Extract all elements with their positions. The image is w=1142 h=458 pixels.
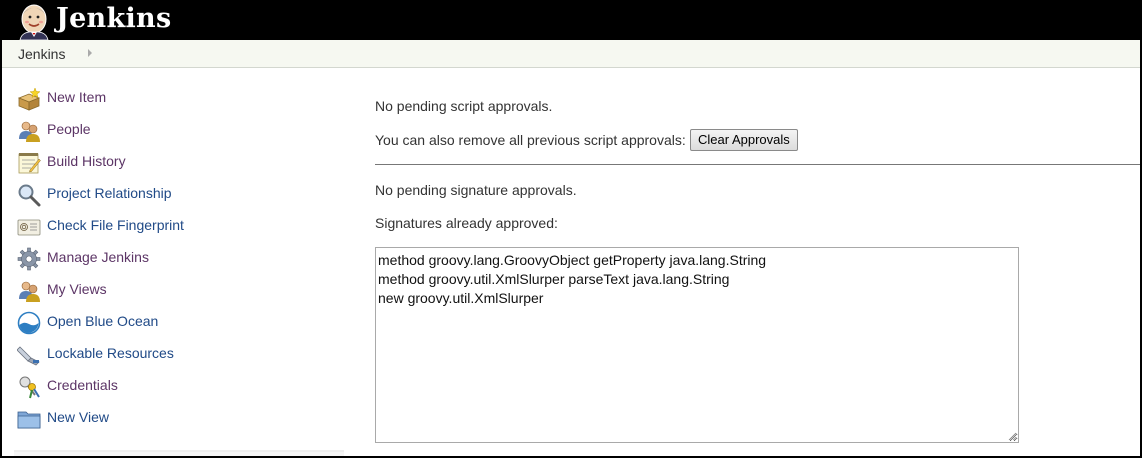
sidebar-item-label[interactable]: New View [47, 409, 109, 425]
search-icon [18, 184, 41, 207]
resize-grip-icon[interactable] [1008, 432, 1017, 441]
breadcrumb-item-jenkins[interactable]: Jenkins [18, 46, 65, 62]
folder-icon [17, 411, 41, 429]
sidebar-item-people[interactable]: People [14, 116, 344, 148]
sidebar-item-label[interactable]: Build History [47, 153, 126, 169]
approved-signature-line: new groovy.util.XmlSlurper [378, 290, 544, 306]
notepad-icon [18, 153, 41, 174]
page-header: Jenkins [0, 0, 1142, 40]
brand-title[interactable]: Jenkins [56, 3, 171, 34]
sidebar-item-label[interactable]: People [47, 121, 91, 137]
sidebar-item-new-item[interactable]: New Item [14, 84, 344, 116]
sidebar-item-build-history[interactable]: Build History [14, 148, 344, 180]
sidebar-item-credentials[interactable]: Credentials [14, 372, 344, 404]
sidebar-item-label[interactable]: Manage Jenkins [47, 249, 149, 265]
lockable-resources-icon [17, 346, 40, 366]
signatures-approved-label: Signatures already approved: [375, 215, 558, 231]
user-icon [19, 281, 40, 302]
blue-ocean-icon [17, 311, 41, 335]
people-icon [19, 121, 40, 142]
breadcrumb: Jenkins [2, 40, 1140, 68]
sidebar-item-project-relationship[interactable]: Project Relationship [14, 180, 344, 212]
approved-signature-line: method groovy.util.XmlSlurper parseText … [378, 271, 730, 287]
no-signature-approvals-text: No pending signature approvals. [375, 182, 577, 198]
approved-signatures-textarea[interactable]: method groovy.lang.GroovyObject getPrope… [375, 247, 1019, 443]
sidebar-widget-edge [14, 450, 344, 458]
credentials-icon [19, 376, 40, 399]
new-item-icon [17, 87, 41, 111]
no-script-approvals-text: No pending script approvals. [375, 98, 553, 114]
sidebar-item-lockable-resources[interactable]: Lockable Resources [14, 340, 344, 372]
sidebar-item-my-views[interactable]: My Views [14, 276, 344, 308]
sidebar-item-label[interactable]: Credentials [47, 377, 118, 393]
fingerprint-icon [17, 219, 41, 236]
sidebar-item-label[interactable]: Lockable Resources [47, 345, 174, 361]
jenkins-logo-icon[interactable] [14, 2, 54, 40]
sidebar-item-new-view[interactable]: New View [14, 404, 344, 436]
sidebar-item-label[interactable]: Project Relationship [47, 185, 172, 201]
section-divider [375, 164, 1142, 165]
sidebar-item-check-file-fingerprint[interactable]: Check File Fingerprint [14, 212, 344, 244]
approved-signature-line: method groovy.lang.GroovyObject getPrope… [378, 252, 767, 268]
sidebar-item-label[interactable]: New Item [47, 89, 106, 105]
sidebar-item-open-blue-ocean[interactable]: Open Blue Ocean [14, 308, 344, 340]
sidebar-item-manage-jenkins[interactable]: Manage Jenkins [14, 244, 344, 276]
breadcrumb-arrow-icon[interactable] [88, 49, 92, 57]
sidebar-item-label[interactable]: Open Blue Ocean [47, 313, 158, 329]
remove-approvals-text: You can also remove all previous script … [375, 132, 686, 148]
sidebar-item-label[interactable]: My Views [47, 281, 107, 297]
sidebar-tasks: New Item People Build History Project Re… [14, 84, 344, 436]
gear-icon [17, 247, 41, 271]
clear-approvals-button[interactable]: Clear Approvals [690, 129, 798, 151]
sidebar-item-label[interactable]: Check File Fingerprint [47, 217, 184, 233]
